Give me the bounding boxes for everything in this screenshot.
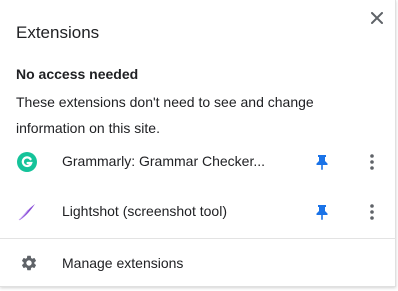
more-options-button[interactable]: [362, 151, 382, 173]
more-vert-icon: [370, 154, 374, 170]
extension-name: Grammarly: Grammar Checker...: [62, 153, 266, 169]
divider: [0, 238, 396, 239]
close-icon: [371, 12, 383, 24]
extension-name: Lightshot (screenshot tool): [62, 203, 227, 219]
extension-item-grammarly[interactable]: Grammarly: Grammar Checker...: [0, 138, 396, 186]
pin-button[interactable]: [312, 202, 332, 222]
manage-extensions-label: Manage extensions: [62, 255, 184, 271]
pin-icon: [316, 205, 328, 220]
section-description: These extensions don't need to see and c…: [16, 94, 314, 136]
lightshot-icon: [17, 202, 37, 222]
gear-icon: [20, 254, 38, 272]
close-button[interactable]: [366, 7, 388, 29]
pin-icon: [316, 155, 328, 170]
extensions-popup: Extensions No access needed These extens…: [0, 0, 396, 287]
more-vert-icon: [370, 204, 374, 220]
pin-button[interactable]: [312, 152, 332, 172]
section-heading: No access needed: [16, 66, 139, 82]
grammarly-icon: [17, 152, 37, 172]
manage-extensions-button[interactable]: Manage extensions: [0, 240, 396, 286]
extension-item-lightshot[interactable]: Lightshot (screenshot tool): [0, 188, 396, 236]
more-options-button[interactable]: [362, 201, 382, 223]
popup-title: Extensions: [16, 23, 100, 42]
